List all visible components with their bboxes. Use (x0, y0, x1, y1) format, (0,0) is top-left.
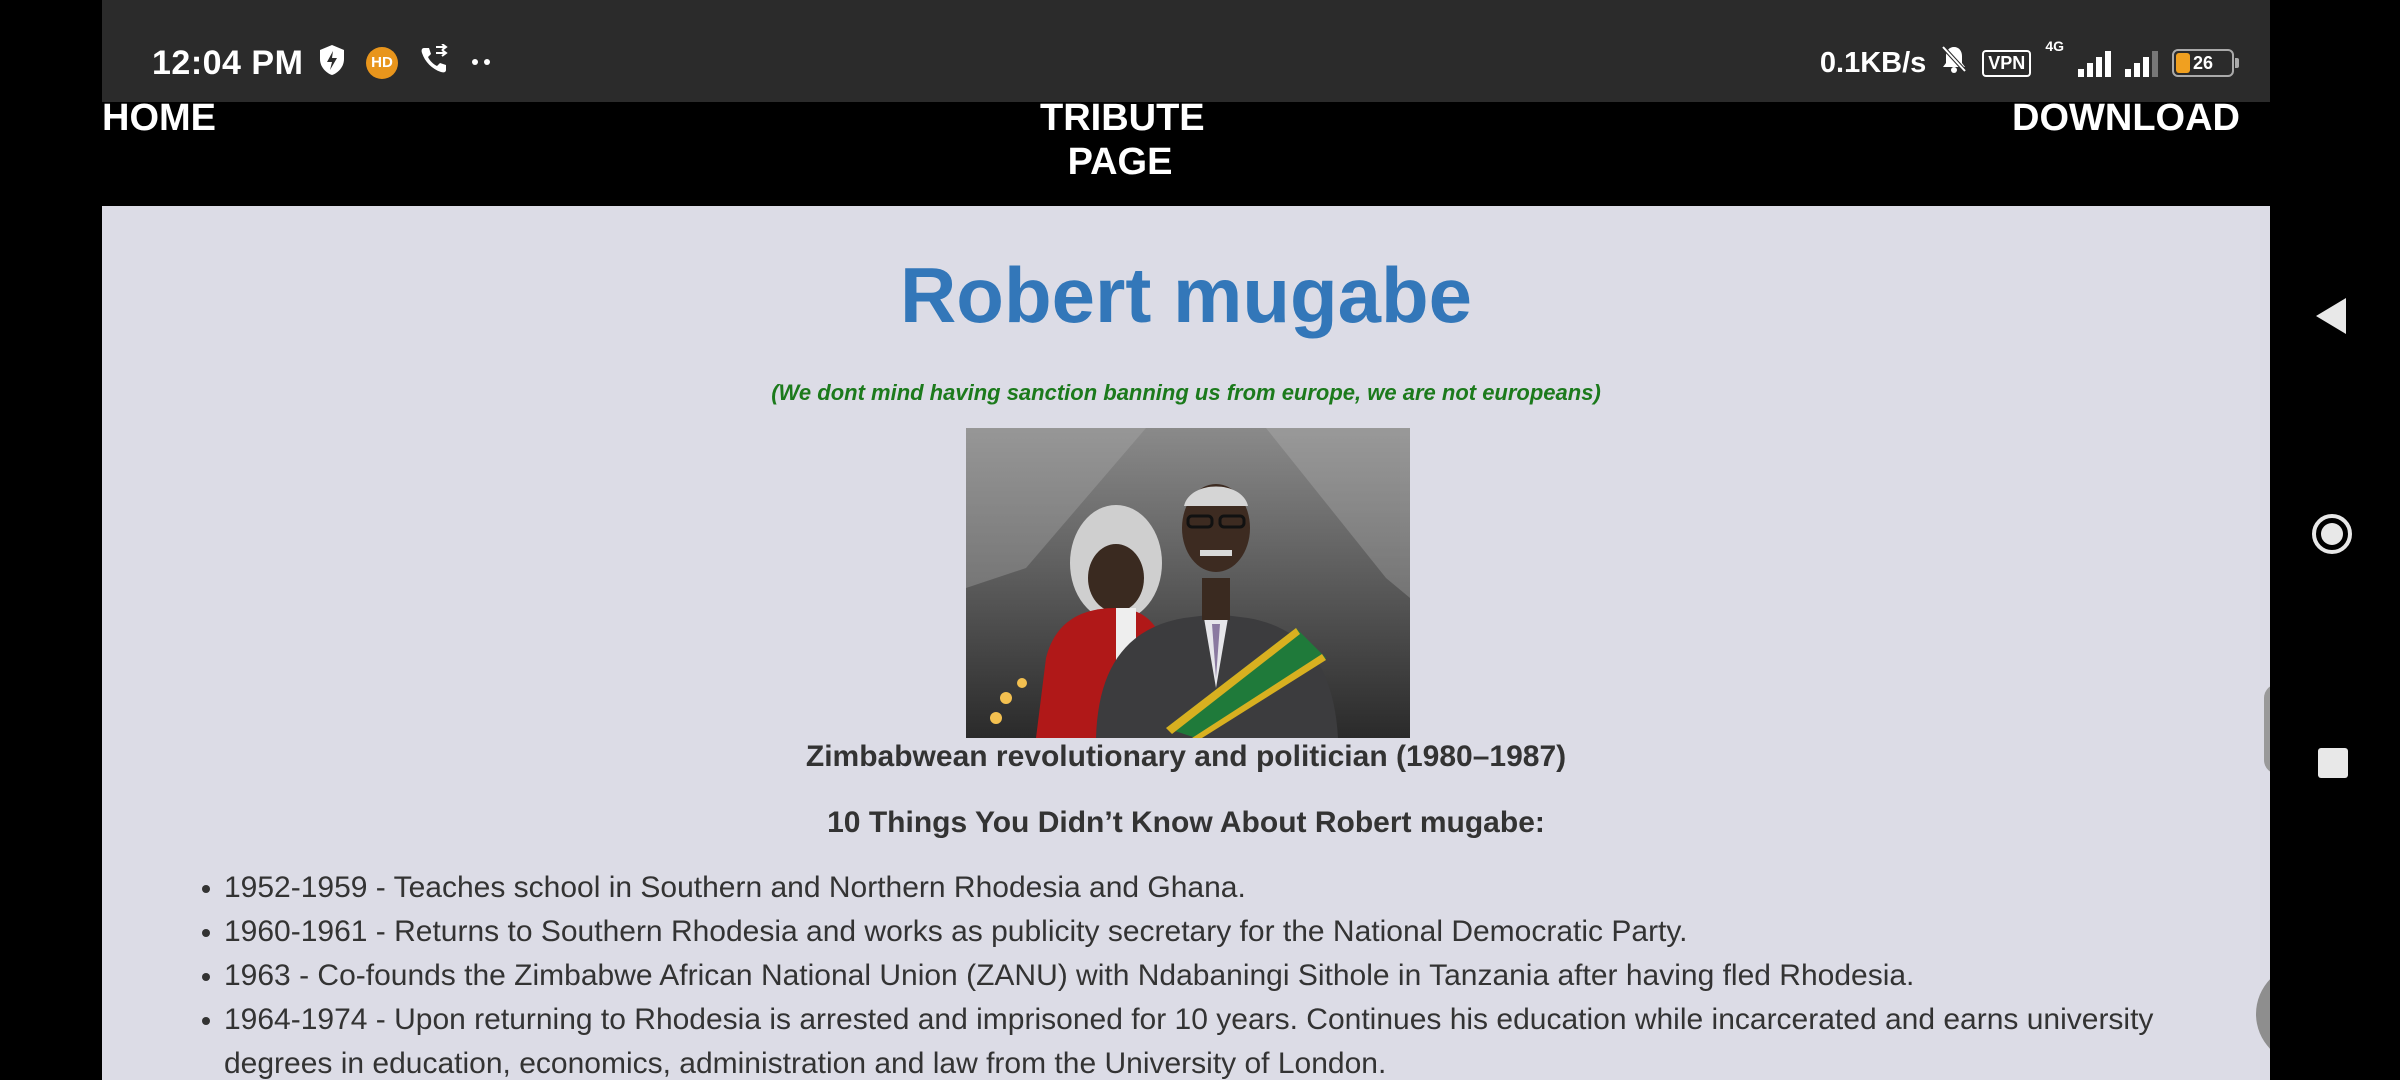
tribute-quote: (We dont mind having sanction banning us… (771, 380, 1601, 405)
list-item: 1960-1961 - Returns to Southern Rhodesia… (202, 910, 2204, 954)
nav-tribute-line1: TRIBUTE (1040, 97, 1205, 139)
timeline-list: 1952-1959 - Teaches school in Southern a… (202, 866, 2204, 1080)
nav-tribute-page-link[interactable]: TRIBUTE PAGE (1040, 96, 1205, 184)
nav-download-link[interactable]: DOWNLOAD (2012, 96, 2240, 140)
recents-icon[interactable] (2318, 748, 2348, 778)
vpn-badge: VPN (1982, 49, 2032, 77)
page-title: Robert mugabe (899, 251, 1473, 339)
call-forward-icon (418, 43, 450, 81)
signal-bars-icon (2078, 49, 2111, 77)
status-left-icons: HD (318, 43, 494, 81)
list-item: 1963 - Co-founds the Zimbabwe African Na… (202, 954, 2204, 998)
status-time: 12:04 PM (152, 44, 304, 82)
signal-bars-icon-secondary (2125, 49, 2158, 77)
browser-screen: 12:04 PM HD 0.1KB/s VPN 4G 26 HOME TRIBU… (102, 0, 2270, 1080)
network-type: 4G (2045, 38, 2064, 54)
nav-tribute-line2: PAGE (1067, 141, 1173, 183)
status-right: 0.1KB/s VPN 4G 26 (1819, 38, 2239, 82)
list-heading: 10 Things You Didn’t Know About Robert m… (827, 806, 1545, 839)
network-speed: 0.1KB/s (1819, 46, 1927, 79)
status-bar: 12:04 PM HD 0.1KB/s VPN 4G 26 (102, 0, 2270, 102)
back-icon[interactable] (2316, 298, 2346, 334)
battery-icon: 26 (2172, 49, 2239, 77)
portrait-image (966, 428, 1410, 738)
home-icon[interactable] (2312, 514, 2352, 554)
more-dots-icon (470, 54, 494, 72)
list-item: 1952-1959 - Teaches school in Southern a… (202, 866, 2204, 910)
nav-home-link[interactable]: HOME (102, 96, 216, 140)
tribute-main: Robert mugabe (We dont mind having sanct… (102, 206, 2270, 1080)
hd-badge-icon: HD (366, 46, 398, 79)
image-caption: Zimbabwean revolutionary and politician … (805, 740, 1567, 773)
list-item: 1964-1974 - Upon returning to Rhodesia i… (202, 998, 2204, 1080)
top-navbar: HOME TRIBUTE PAGE DOWNLOAD (102, 97, 2270, 206)
shield-bolt-icon (318, 44, 346, 81)
system-nav-bar (2270, 0, 2400, 1080)
mute-bell-icon (1940, 44, 1968, 82)
